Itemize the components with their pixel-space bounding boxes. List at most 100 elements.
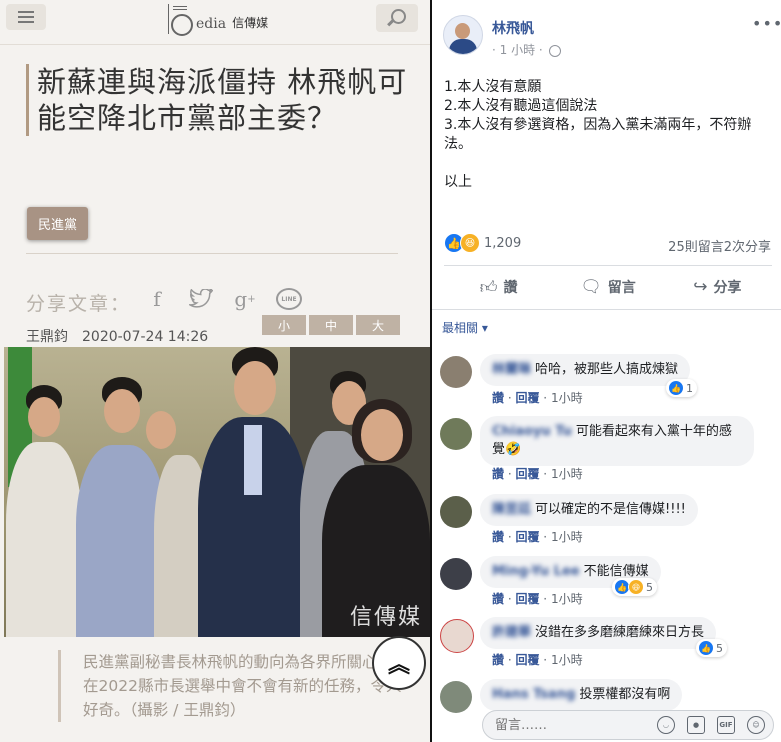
reaction-count: 1,209 <box>484 235 522 251</box>
commenter-avatar[interactable] <box>440 496 472 528</box>
share-button[interactable]: ↪ 分享 <box>663 266 772 308</box>
avatar[interactable] <box>443 15 483 55</box>
comment-reply-link[interactable]: 回覆 <box>515 653 539 667</box>
sticker-icon[interactable]: ☺ <box>747 716 765 734</box>
news-topbar: edia 信傳媒 <box>0 0 430 45</box>
comment-button[interactable]: 🗨︎ 留言 <box>553 266 662 308</box>
post-time[interactable]: · 1 小時 · <box>492 41 561 58</box>
comment-reply-link[interactable]: 回覆 <box>515 530 539 544</box>
font-medium-button[interactable]: 中 <box>309 315 353 335</box>
comment-actions: 讚 · 回覆 · 1小時 <box>492 592 583 606</box>
commenter-name[interactable]: 許建華 <box>492 624 531 642</box>
post-line: 1.本人沒有意願 <box>444 79 542 95</box>
gif-icon[interactable]: GIF <box>717 716 735 734</box>
category-tag[interactable]: 民進黨 <box>27 207 89 240</box>
commenter-avatar[interactable] <box>440 558 472 590</box>
photo-caption: 民進黨副秘書長林飛帆的動向為各界所關心，在2022縣市長選舉中會不會有新的任務，… <box>83 653 402 719</box>
hamburger-icon <box>18 11 34 13</box>
commenter-avatar[interactable] <box>440 619 474 653</box>
commenter-avatar[interactable] <box>440 681 472 713</box>
comment-reactions[interactable]: 👍 1 <box>666 379 697 397</box>
comment-item: 陳昱廷 可以確定的不是信傳媒!!!! 讚 · 回覆 · 1小時 <box>440 494 780 544</box>
comment-bubble: 林蘭琳 哈哈，被那些人搞成煉獄 <box>480 354 691 386</box>
headline-block: 新蘇連與海派僵持 林飛帆可能空降北市黨部主委？ <box>26 64 417 136</box>
font-large-button[interactable]: 大 <box>356 315 400 335</box>
logo-text: edia <box>196 16 227 32</box>
share-label: 分享文章： <box>26 293 132 315</box>
commenter-avatar[interactable] <box>440 418 472 450</box>
comment-item: Chiaoyu Tu 可能看起來有入黨十年的感覺🤣 讚 · 回覆 · 1小時 <box>440 416 780 481</box>
emoji-icon[interactable]: ◡ <box>657 716 675 734</box>
comment-bubble: 陳昱廷 可以確定的不是信傳媒!!!! <box>480 494 698 526</box>
site-logo[interactable]: edia 信傳媒 <box>164 2 268 36</box>
font-size-controls: 小 中 大 <box>262 315 400 335</box>
globe-icon <box>548 44 561 57</box>
article-photo: 信傳媒 <box>4 347 430 637</box>
comment-actions: 讚 · 回覆 · 1小時 <box>492 391 583 405</box>
comment-like-link[interactable]: 讚 <box>492 530 504 544</box>
comment-input[interactable] <box>483 711 667 739</box>
news-article-panel: edia 信傳媒 新蘇連與海派僵持 林飛帆可能空降北市黨部主委？ 民進黨 分享文… <box>0 0 430 742</box>
google-plus-icon[interactable]: g + <box>232 286 258 312</box>
comment-bubble: Hans Tsang 投票權都沒有啊 <box>480 679 683 711</box>
comment-reply-link[interactable]: 回覆 <box>515 592 539 606</box>
divider <box>26 253 398 254</box>
reaction-summary[interactable]: 👍 😆 1,209 <box>444 233 521 253</box>
commenter-name[interactable]: 陳昱廷 <box>492 501 531 519</box>
camera-icon[interactable]: ● <box>687 716 705 734</box>
post-line: 2.本人沒有聽過這個說法 <box>444 98 598 114</box>
comment-composer[interactable]: ◡ ● GIF ☺ <box>482 710 774 740</box>
comment-reply-link[interactable]: 回覆 <box>515 467 539 481</box>
comment-reactions[interactable]: 👍 5 <box>696 639 727 657</box>
comment-item: 許建華 沒錯在多多磨練磨練來日方長 👍 5 讚 · 回覆 · 1小時 <box>440 617 780 667</box>
commenter-avatar[interactable] <box>440 356 472 388</box>
article-headline: 新蘇連與海派僵持 林飛帆可能空降北市黨部主委？ <box>37 65 408 135</box>
comment-share-count[interactable]: 25則留言2次分享 <box>668 236 771 255</box>
post-author[interactable]: 林飛帆 <box>492 18 534 38</box>
logo-cn: 信傳媒 <box>232 16 269 30</box>
haha-reaction-icon: 😆 <box>628 579 644 595</box>
font-small-button[interactable]: 小 <box>262 315 306 335</box>
facebook-icon[interactable]: f <box>144 286 170 312</box>
twitter-icon[interactable] <box>188 286 214 312</box>
comment-like-link[interactable]: 讚 <box>492 592 504 606</box>
haha-reaction-icon: 😆 <box>460 233 480 253</box>
commenter-name[interactable]: Chiaoyu Tu <box>492 423 572 441</box>
post-line: 以上 <box>444 174 472 190</box>
comment-like-link[interactable]: 讚 <box>492 653 504 667</box>
menu-button[interactable] <box>6 4 46 30</box>
comment-reply-link[interactable]: 回覆 <box>515 391 539 405</box>
line-icon[interactable]: LINE <box>276 286 302 312</box>
author-date: 王鼎鈞 2020-07-24 14:26 <box>26 329 209 345</box>
commenter-name[interactable]: Ming-Yu Lee <box>492 563 580 581</box>
comment-actions: 讚 · 回覆 · 1小時 <box>492 530 583 544</box>
comment-reactions[interactable]: 👍 😆 5 <box>612 578 657 596</box>
like-button[interactable]: 👍︎ 讚 <box>444 266 553 308</box>
like-reaction-icon: 👍 <box>698 640 714 656</box>
double-chevron-up-icon: ︽ <box>387 653 410 678</box>
comment-actions: 讚 · 回覆 · 1小時 <box>492 467 583 481</box>
post-actions: 👍︎ 讚 🗨︎ 留言 ↪ 分享 <box>444 266 772 308</box>
comment-item: Ming-Yu Lee 不能信傳媒 👍 😆 5 讚 · 回覆 · 1小時 <box>440 556 780 606</box>
comment-item: 林蘭琳 哈哈，被那些人搞成煉獄 👍 1 讚 · 回覆 · 1小時 <box>440 354 780 414</box>
facebook-post-panel: 林飛帆 · 1 小時 · ••• 1.本人沒有意願 2.本人沒有聽過這個說法 3… <box>432 0 781 742</box>
more-options-icon[interactable]: ••• <box>752 14 781 33</box>
comment-bubble: Chiaoyu Tu 可能看起來有入黨十年的感覺🤣 <box>480 416 754 466</box>
thumbs-up-icon: 👍︎ <box>479 277 498 298</box>
composer-icons: ◡ ● GIF ☺ <box>657 716 765 734</box>
caption-block: 民進黨副秘書長林飛帆的動向為各界所關心，在2022縣市長選舉中會不會有新的任務，… <box>58 650 403 722</box>
post-body: 1.本人沒有意願 2.本人沒有聽過這個說法 3.本人沒有參選資格，因為入黨未滿兩… <box>444 78 774 192</box>
scroll-top-button[interactable]: ︽ <box>372 636 426 690</box>
search-button[interactable] <box>376 4 418 32</box>
comment-like-link[interactable]: 讚 <box>492 391 504 405</box>
commenter-name[interactable]: Hans Tsang <box>492 686 575 704</box>
share-icons: f g + LINE <box>144 286 302 312</box>
share-icon: ↪ <box>693 277 708 297</box>
comment-like-link[interactable]: 讚 <box>492 467 504 481</box>
comment-sort-dropdown[interactable]: 最相關 ▾ <box>442 319 488 336</box>
commenter-name[interactable]: 林蘭琳 <box>492 361 531 379</box>
post-line: 3.本人沒有參選資格，因為入黨未滿兩年，不符辦法。 <box>444 117 752 152</box>
photo-watermark: 信傳媒 <box>349 605 422 630</box>
like-reaction-icon: 👍 <box>668 380 684 396</box>
logo-mark-icon <box>164 2 198 36</box>
